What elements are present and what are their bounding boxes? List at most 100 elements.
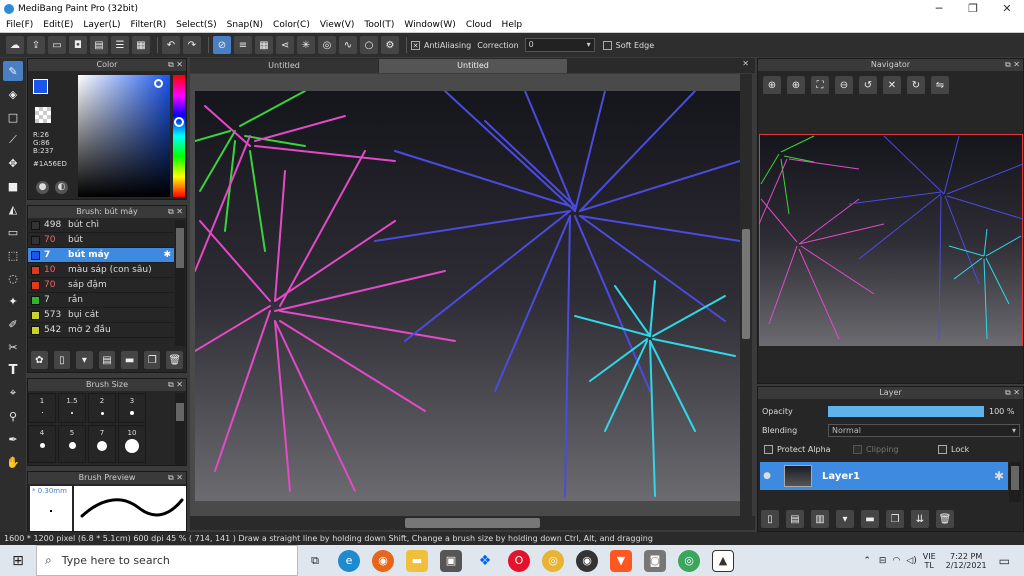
task-view-icon[interactable]: ⧉	[304, 550, 326, 572]
brush-add-icon[interactable]: ✿	[31, 351, 48, 369]
protect-alpha-checkbox[interactable]	[764, 445, 773, 454]
chrome-icon[interactable]: ◎	[542, 549, 564, 572]
soft-edge-option[interactable]: Soft Edge	[602, 40, 654, 50]
text-tool-icon[interactable]: T	[3, 360, 23, 380]
brush-new-icon[interactable]: ▯	[53, 351, 71, 369]
brush-list-item[interactable]: 70 sáp đậm	[28, 278, 174, 293]
upload-icon[interactable]: ⇪	[27, 36, 45, 54]
menu-cloud[interactable]: Cloud	[466, 20, 492, 30]
menu-window[interactable]: Window(W)	[404, 20, 455, 30]
menu-snap[interactable]: Snap(N)	[227, 20, 263, 30]
edge-icon[interactable]: e	[338, 549, 360, 572]
protect-alpha-option[interactable]: Protect Alpha	[764, 445, 831, 454]
magic-wand-tool-icon[interactable]: ✦	[3, 291, 23, 311]
brush-list-item[interactable]: 498 bút chì	[28, 218, 174, 233]
lasso-tool-icon[interactable]: ◌	[3, 268, 23, 288]
size-cell[interactable]: 2	[88, 393, 116, 423]
brush-menu-icon[interactable]: ▾	[76, 351, 93, 369]
brush-list-item[interactable]: 573 bụi cát	[28, 308, 174, 323]
tab-untitled-2[interactable]: Untitled	[379, 59, 567, 73]
brush-list-item[interactable]: 542 mờ 2 đầu	[28, 323, 174, 338]
tab-untitled-1[interactable]: Untitled	[190, 59, 378, 73]
dropbox-icon[interactable]: ❖	[474, 550, 496, 572]
brush-tool-icon[interactable]: ✎	[3, 61, 23, 81]
brush-folder-icon[interactable]: ▬	[121, 351, 138, 369]
vanish-snap-icon[interactable]: ⋖	[276, 36, 294, 54]
list-icon[interactable]: ☰	[111, 36, 129, 54]
grid-icon[interactable]: ▦	[132, 36, 150, 54]
fill-rect-tool-icon[interactable]: ■	[3, 176, 23, 196]
size-cell[interactable]: 4	[28, 425, 56, 463]
menu-color[interactable]: Color(C)	[273, 20, 310, 30]
size-cell[interactable]: 1	[28, 393, 56, 423]
circle-snap-icon[interactable]: ○	[360, 36, 378, 54]
undo-icon[interactable]: ↶	[162, 36, 180, 54]
zoom-in-more-icon[interactable]: ⊕	[787, 76, 805, 94]
soft-edge-checkbox[interactable]	[602, 40, 612, 50]
tray-volume-icon[interactable]: ◁)	[906, 556, 916, 566]
fit-icon[interactable]: ⛶	[811, 76, 829, 94]
camera-icon[interactable]: ◙	[644, 549, 666, 572]
redo-icon[interactable]: ↷	[183, 36, 201, 54]
tabs-close-icon[interactable]: ✕	[742, 59, 749, 68]
firefox-icon[interactable]: ◉	[372, 549, 394, 572]
transparent-swatch[interactable]	[35, 107, 51, 123]
panel-close-icon[interactable]: ⧉ ✕	[1005, 387, 1020, 399]
brush-copy-icon[interactable]: ▤	[98, 351, 116, 369]
brush-list-item[interactable]: 7 rắn	[28, 293, 174, 308]
maximize-button[interactable]: ❐	[956, 2, 990, 15]
opacity-slider[interactable]	[828, 406, 984, 417]
move-tool-icon[interactable]: ✥	[3, 153, 23, 173]
panel-close-icon[interactable]: ⧉ ✕	[168, 472, 183, 484]
correction-select[interactable]: 0	[524, 38, 595, 52]
eyedropper-tool-icon[interactable]: ⚲	[3, 406, 23, 426]
antialiasing-checkbox[interactable]: ✕	[411, 40, 420, 50]
panel-close-icon[interactable]: ⧉ ✕	[168, 379, 183, 391]
close-button[interactable]: ✕	[990, 2, 1024, 15]
tray-wifi-icon[interactable]: ◠	[892, 556, 900, 566]
navigator-thumbnail[interactable]	[759, 134, 1023, 346]
antialiasing-option[interactable]: ✕ AntiAliasing	[411, 40, 471, 50]
chrome-alt-icon[interactable]: ◎	[678, 549, 700, 572]
figure-tool-icon[interactable]: ⟋	[3, 130, 23, 150]
rectangle-tool-icon[interactable]: □	[3, 107, 23, 127]
canvas-vertical-scrollbar[interactable]	[740, 74, 752, 516]
hue-slider[interactable]	[173, 75, 185, 197]
media-player-icon[interactable]: ◉	[576, 549, 598, 572]
hue-slider-handle[interactable]	[174, 117, 184, 127]
palette-settings-icon[interactable]: ◐	[55, 181, 68, 194]
tray-clock[interactable]: 7:22 PM 2/12/2021	[946, 552, 987, 570]
rotate-left-icon[interactable]: ↺	[859, 76, 877, 94]
taskbar-search-box[interactable]: ⌕ Type here to search	[36, 545, 298, 576]
bucket-tool-icon[interactable]: ◭	[3, 199, 23, 219]
size-cell[interactable]: 3	[118, 393, 146, 423]
clipping-checkbox[interactable]	[853, 445, 862, 454]
cloud-icon[interactable]: ☁	[6, 36, 24, 54]
blending-select[interactable]: Normal ▾	[828, 424, 1020, 437]
reset-icon[interactable]: ✕	[883, 76, 901, 94]
new-layer-icon[interactable]: ▯	[761, 510, 779, 528]
menu-file[interactable]: File(F)	[6, 20, 33, 30]
layer-duplicate-icon[interactable]: ❐	[886, 510, 904, 528]
menu-filter[interactable]: Filter(R)	[131, 20, 167, 30]
menu-help[interactable]: Help	[502, 20, 523, 30]
chat-icon[interactable]: ◘	[69, 36, 87, 54]
panel-close-icon[interactable]: ⧉ ✕	[1005, 59, 1020, 71]
file-explorer-icon[interactable]: ▬	[406, 549, 428, 572]
clipping-option[interactable]: Clipping	[853, 445, 899, 454]
concentric-snap-icon[interactable]: ◎	[318, 36, 336, 54]
menu-tool[interactable]: Tool(T)	[364, 20, 394, 30]
menu-select[interactable]: Select(S)	[176, 20, 217, 30]
snap-settings-icon[interactable]: ⚙	[381, 36, 399, 54]
panel-close-icon[interactable]: ⧉ ✕	[168, 59, 183, 71]
store-icon[interactable]: ▣	[440, 549, 462, 572]
radial-snap-icon[interactable]: ✳	[297, 36, 315, 54]
tray-language[interactable]: VIE TL	[923, 552, 936, 570]
layer-delete-icon[interactable]: 🗑	[936, 510, 954, 528]
zoom-out-icon[interactable]: ⊖	[835, 76, 853, 94]
size-cell[interactable]: 1.5	[58, 393, 86, 423]
rotate-right-icon[interactable]: ↻	[907, 76, 925, 94]
curve-snap-icon[interactable]: ∿	[339, 36, 357, 54]
foreground-color-swatch[interactable]	[33, 79, 48, 94]
gradient-tool-icon[interactable]: ▭	[3, 222, 23, 242]
